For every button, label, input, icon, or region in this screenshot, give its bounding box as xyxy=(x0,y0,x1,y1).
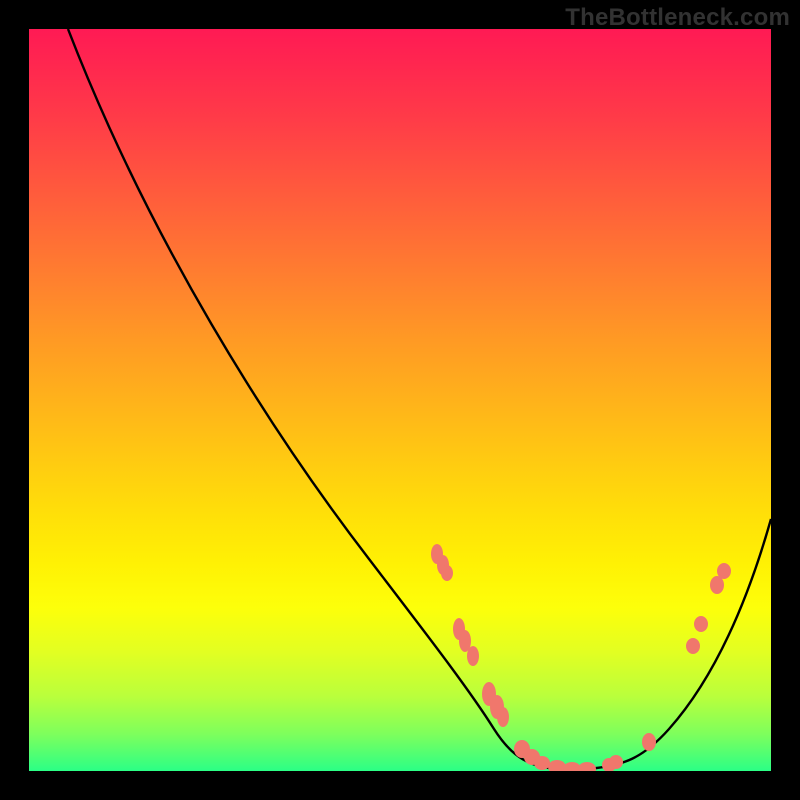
plot-area xyxy=(29,29,771,771)
chart-container: TheBottleneck.com xyxy=(0,0,800,800)
watermark-text: TheBottleneck.com xyxy=(565,4,790,32)
